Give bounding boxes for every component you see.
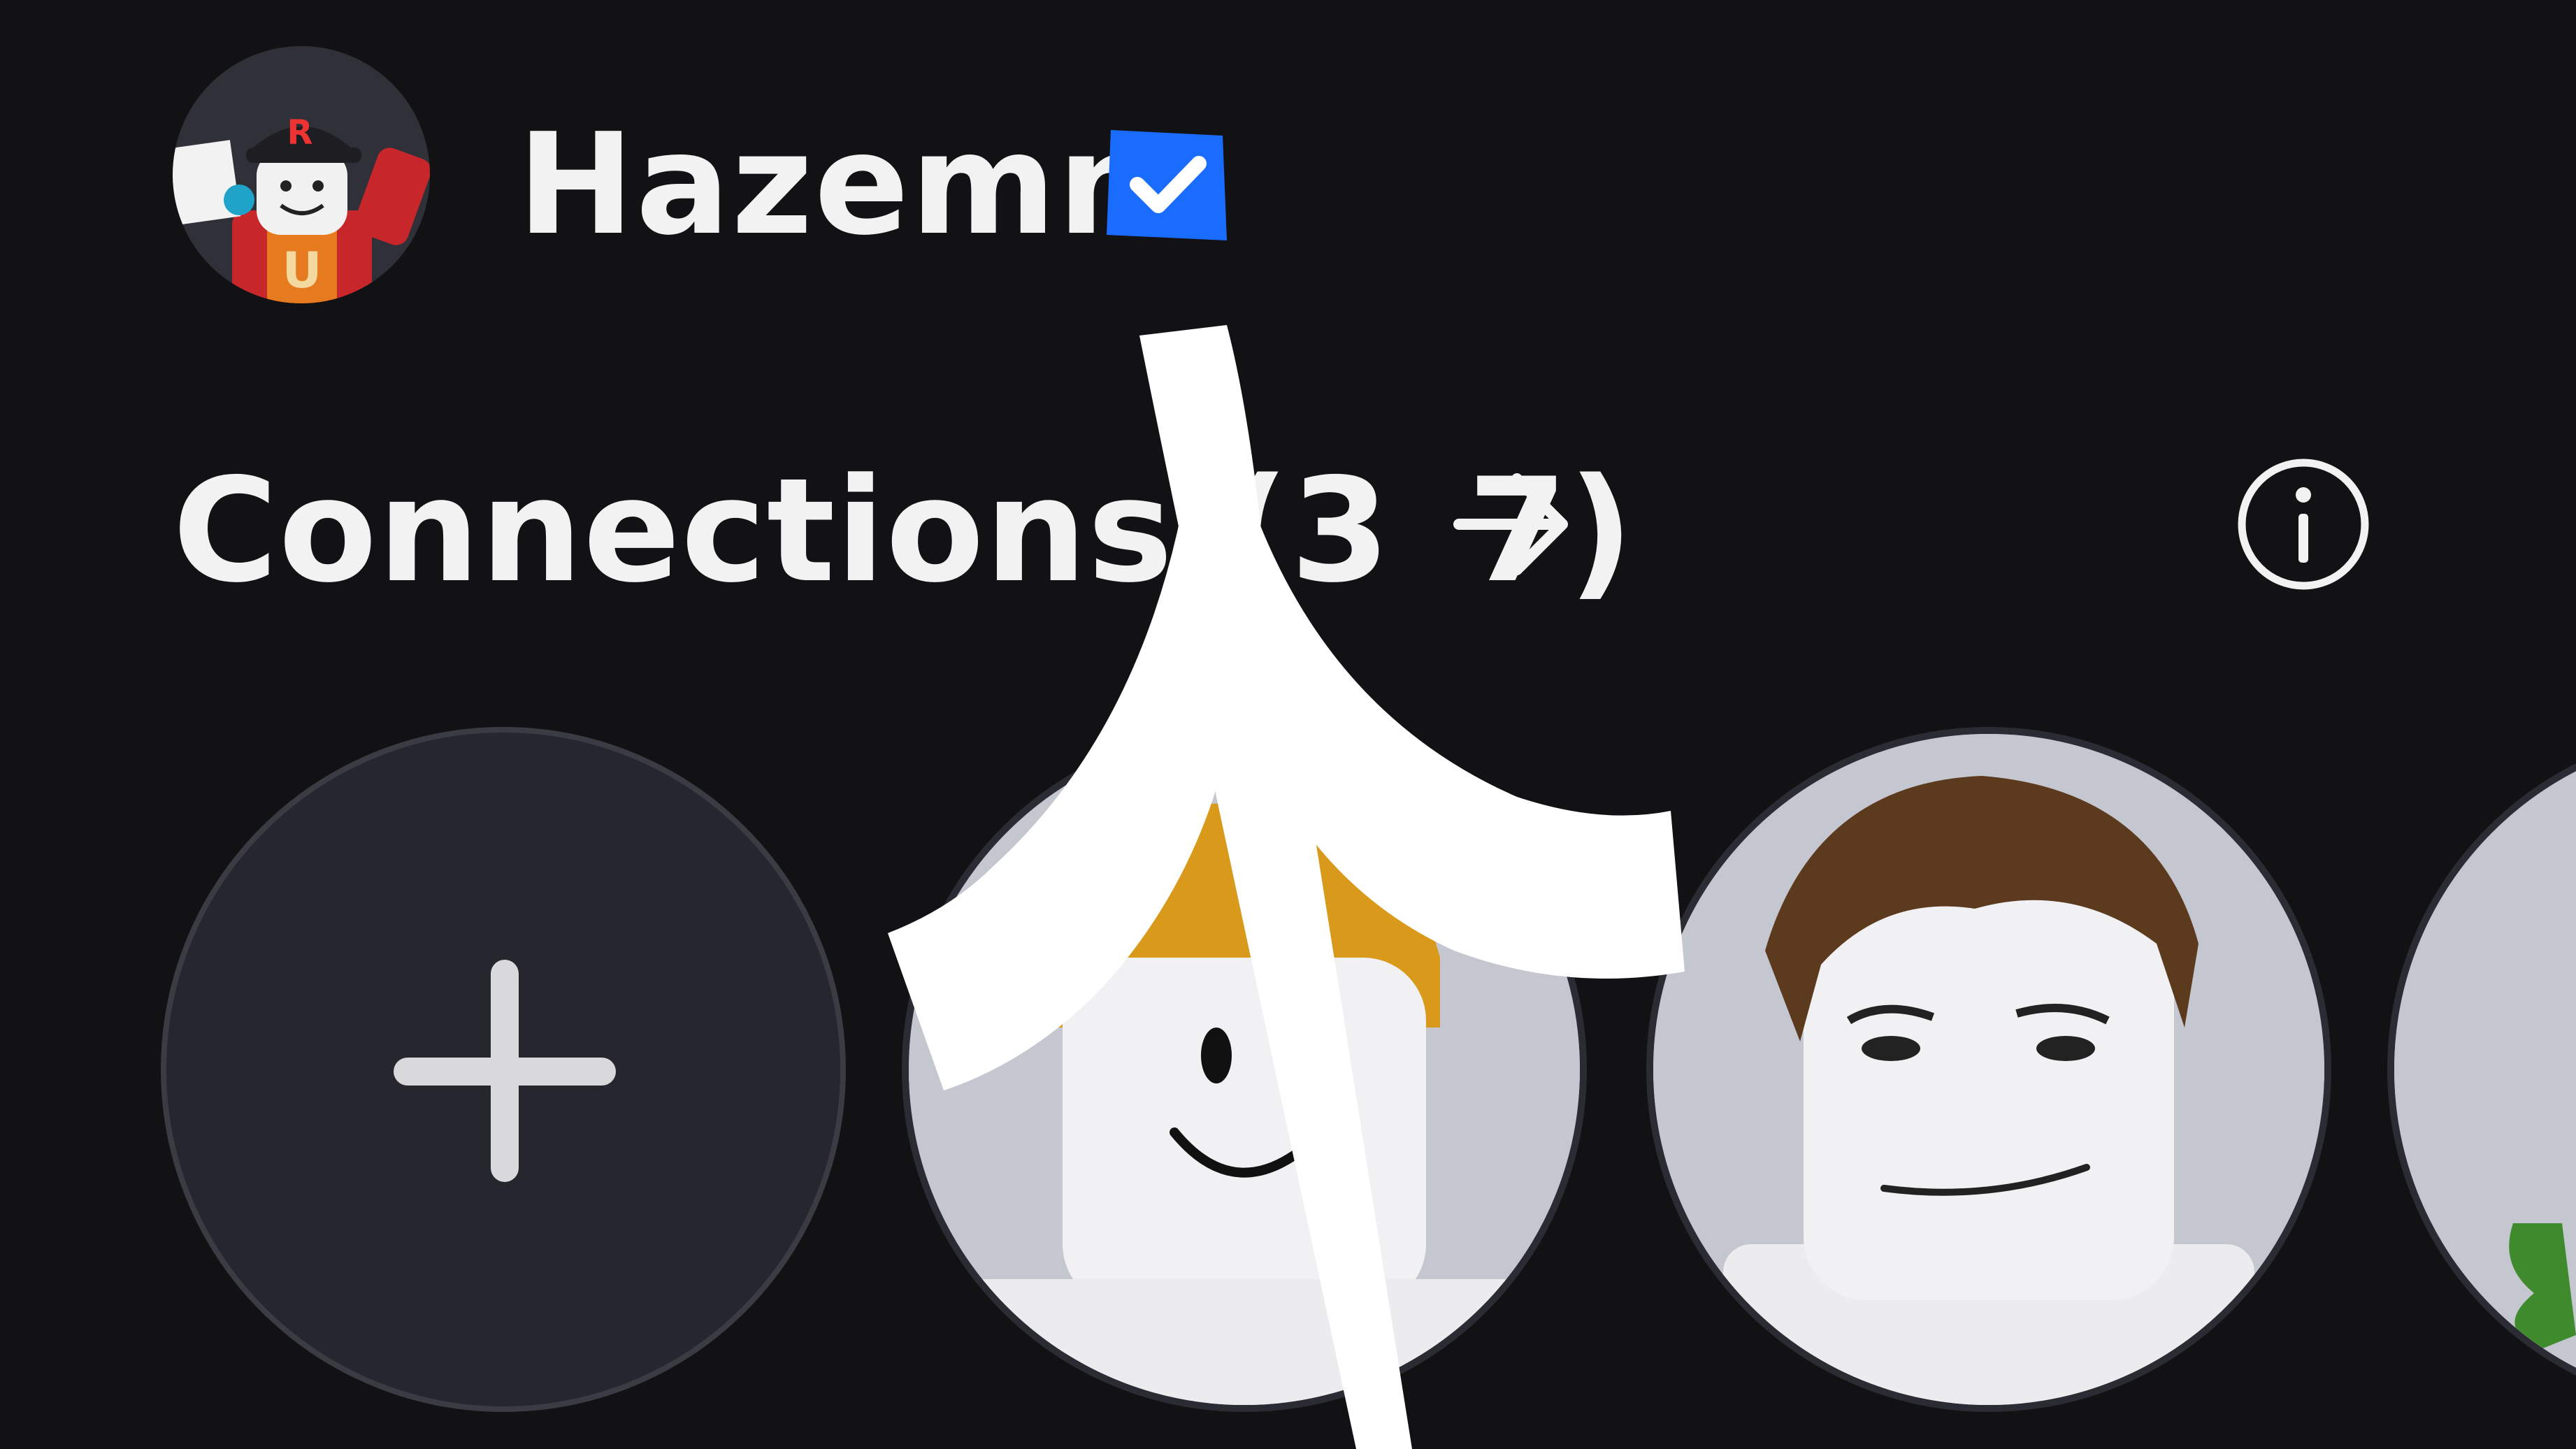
profile-panel: U R Hazemn Connections (3 7)	[0, 0, 2576, 1449]
friend-avatar-icon	[909, 734, 1580, 1405]
plus-icon	[394, 960, 616, 1182]
svg-text:U: U	[282, 242, 322, 299]
avatar-icon: U R	[173, 46, 430, 303]
friend-avatar[interactable]	[902, 727, 1587, 1412]
friend-avatar-icon	[1653, 734, 2324, 1405]
arrow-right-icon[interactable]	[1451, 461, 1576, 587]
profile-avatar[interactable]: U R	[173, 46, 430, 303]
verified-badge-icon	[1102, 123, 1232, 245]
info-icon[interactable]	[2233, 454, 2373, 594]
friend-avatar-icon	[2394, 734, 2576, 1405]
connections-heading[interactable]: Connections (3 7)	[173, 440, 1634, 622]
friend-avatar[interactable]	[2387, 727, 2576, 1412]
friend-avatar[interactable]	[1646, 727, 2331, 1412]
svg-text:R: R	[287, 113, 313, 152]
connections-title-text: Connections (3	[173, 448, 1391, 614]
add-connection-button[interactable]	[161, 727, 846, 1412]
username-label: Hazemn	[517, 103, 1159, 266]
